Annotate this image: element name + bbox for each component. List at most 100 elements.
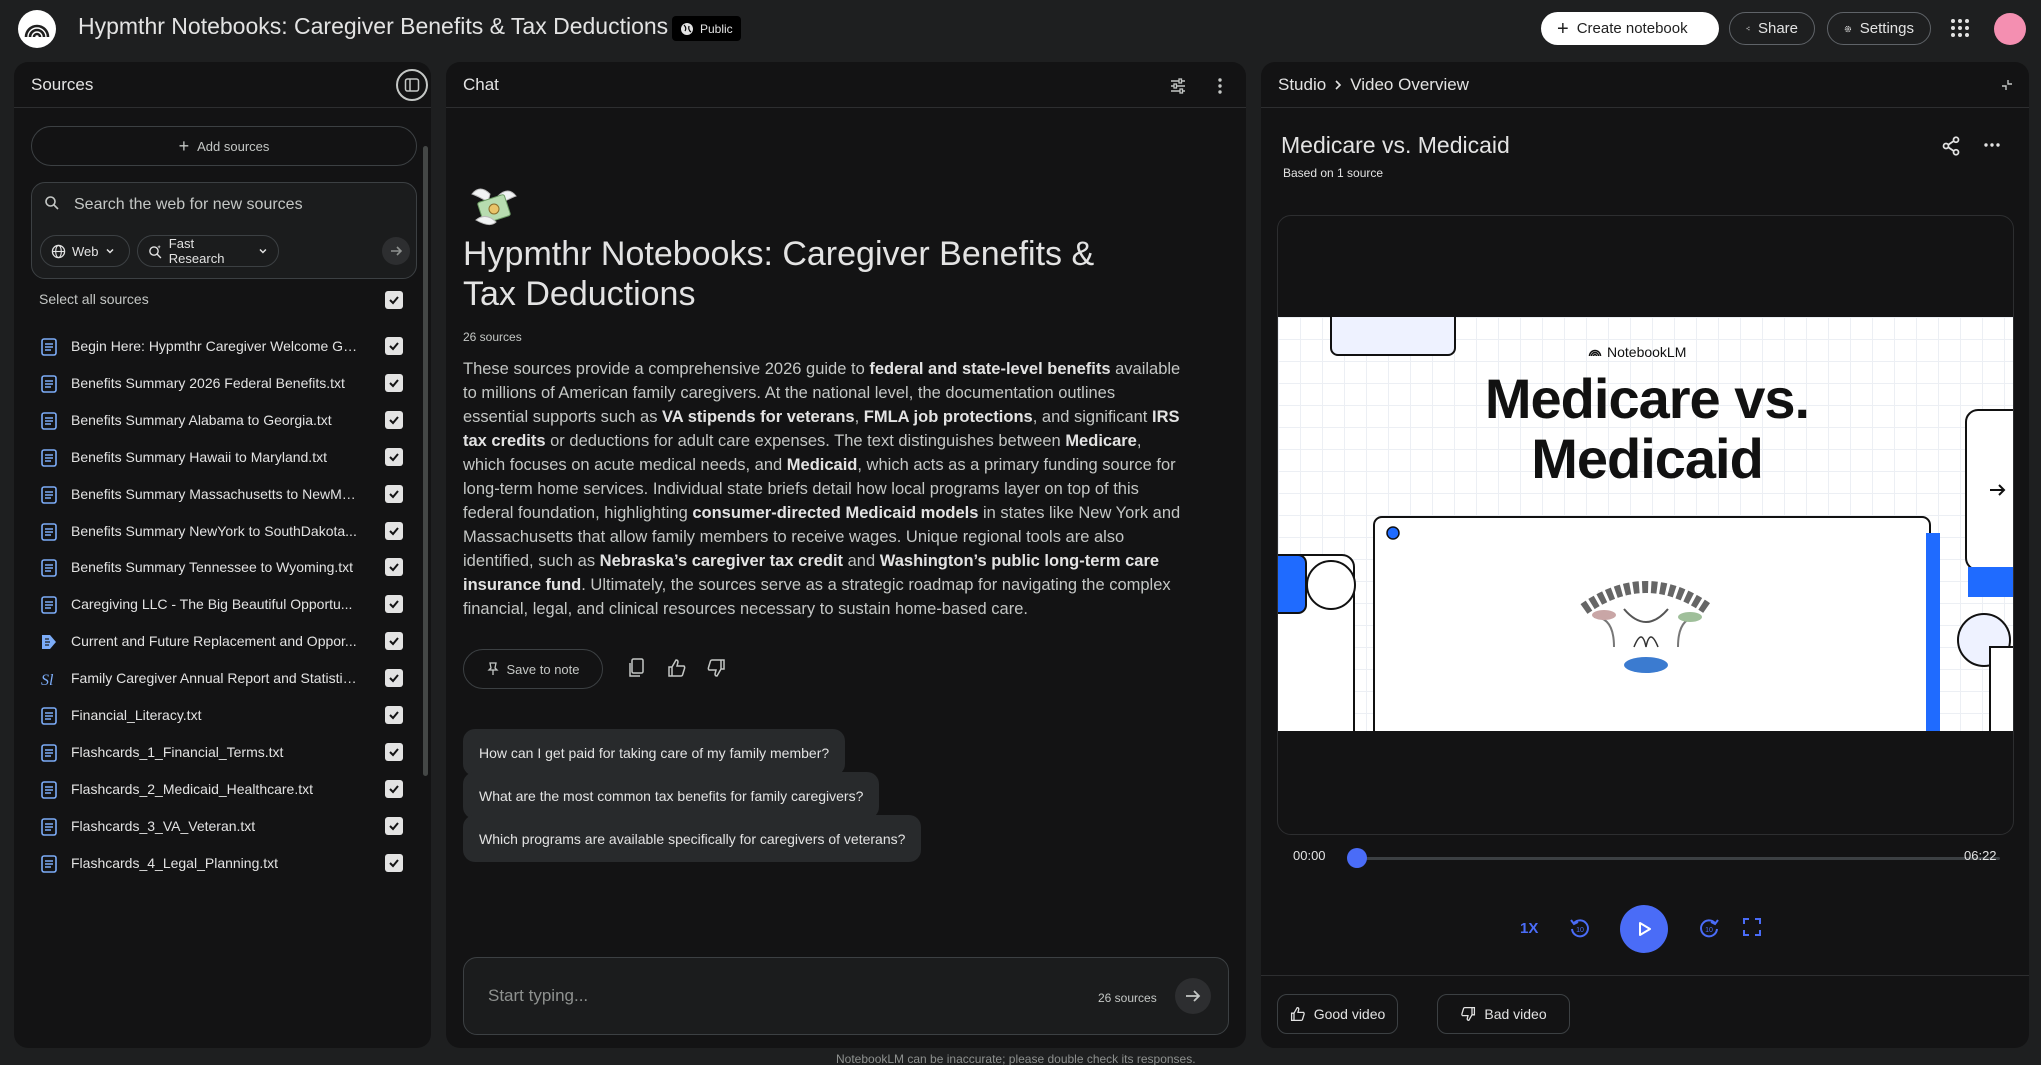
source-checkbox[interactable]: [385, 484, 403, 503]
summary-highlight: FMLA job protections: [863, 408, 1033, 426]
bad-video-button[interactable]: Bad video: [1437, 994, 1570, 1034]
source-item-label: Benefits Summary 2026 Federal Benefits.t…: [71, 374, 345, 391]
summary-highlight: Medicare: [1065, 432, 1137, 450]
arrow-right-icon: [1186, 990, 1201, 1002]
source-checkbox[interactable]: [385, 853, 403, 872]
rewind-10-icon[interactable]: 10: [1569, 917, 1591, 939]
check-icon: [389, 526, 399, 535]
fullscreen-icon[interactable]: [1742, 917, 1762, 937]
avatar[interactable]: [1994, 13, 2026, 45]
source-checkbox[interactable]: [385, 632, 403, 651]
suggested-question[interactable]: What are the most common tax benefits fo…: [463, 772, 880, 819]
suggested-question[interactable]: How can I get paid for taking care of my…: [463, 729, 846, 776]
chat-input-box[interactable]: Start typing... 26 sources: [463, 957, 1229, 1035]
web-source-dropdown[interactable]: Web: [40, 235, 130, 267]
sources-scrollbar[interactable]: [423, 146, 428, 776]
share-button[interactable]: Share: [1729, 12, 1815, 45]
source-item-label: Current and Future Replacement and Oppor…: [71, 633, 357, 650]
breadcrumb: Studio Video Overview: [1278, 75, 1469, 95]
chevron-right-icon: [1335, 80, 1342, 90]
arrow-right-icon: [391, 246, 403, 256]
more-horiz-icon[interactable]: [1983, 136, 2001, 154]
source-checkbox[interactable]: [385, 373, 403, 392]
check-icon: [389, 416, 399, 425]
thumbs-down-icon[interactable]: [706, 658, 726, 678]
save-to-note-button[interactable]: Save to note: [463, 649, 603, 689]
source-checkbox[interactable]: [385, 816, 403, 835]
tune-icon[interactable]: [1169, 77, 1187, 95]
source-item[interactable]: Flashcards_4_Legal_Planning.txt: [14, 839, 414, 887]
side-panel-icon: [404, 78, 420, 92]
slide-title: Medicare vs. Medicaid: [1484, 367, 1810, 490]
check-icon: [389, 342, 399, 351]
web-chip-label: Web: [72, 243, 99, 259]
pin-icon: [486, 662, 499, 675]
source-checkbox[interactable]: [385, 706, 403, 724]
search-input[interactable]: Search the web for new sources: [74, 196, 303, 214]
settings-button[interactable]: Settings: [1827, 12, 1931, 45]
notebook-title[interactable]: Hypmthr Notebooks: Caregiver Benefits & …: [78, 13, 668, 40]
source-checkbox[interactable]: [385, 410, 403, 429]
summary-text: or deductions for adult care expenses. T…: [545, 432, 1066, 450]
apps-grid-icon[interactable]: [1950, 18, 1970, 38]
sl-icon: Sl: [41, 670, 57, 688]
source-checkbox[interactable]: [385, 558, 403, 577]
source-count: 26 sources: [463, 330, 522, 344]
check-icon: [389, 674, 399, 683]
chat-input[interactable]: Start typing...: [488, 986, 588, 1006]
total-time: 06:22: [1964, 848, 1997, 863]
input-source-count: 26 sources: [1098, 991, 1157, 1005]
check-icon: [389, 637, 399, 646]
breadcrumb-studio[interactable]: Studio: [1278, 75, 1326, 95]
source-item-label: Flashcards_4_Legal_Planning.txt: [71, 854, 279, 871]
chevron-down-icon: [259, 248, 267, 254]
doc-icon: [41, 707, 57, 725]
suggested-question[interactable]: Which programs are available specificall…: [463, 815, 922, 862]
source-checkbox[interactable]: [385, 595, 403, 614]
research-mode-dropdown[interactable]: Fast Research: [137, 235, 279, 267]
source-checkbox[interactable]: [385, 779, 403, 798]
select-all-checkbox[interactable]: [385, 291, 403, 309]
progress-track[interactable]: [1354, 857, 2000, 860]
share-icon: [1746, 26, 1750, 31]
check-icon: [389, 822, 399, 831]
summary-text: These sources provide a comprehensive 20…: [463, 360, 870, 378]
slide-brand: NotebookLM: [1588, 344, 1686, 360]
playback-speed-button[interactable]: 1X: [1520, 920, 1538, 937]
settings-label: Settings: [1859, 20, 1914, 37]
source-checkbox[interactable]: [385, 337, 403, 355]
source-checkbox[interactable]: [385, 669, 403, 688]
check-icon: [389, 563, 399, 572]
notebooklm-logo-icon[interactable]: [18, 10, 56, 48]
source-checkbox[interactable]: [385, 521, 403, 540]
video-player[interactable]: NotebookLM Medicare vs. Medicaid: [1277, 215, 2014, 835]
check-icon: [389, 711, 399, 720]
copy-icon[interactable]: [628, 658, 646, 678]
create-notebook-button[interactable]: + Create notebook: [1541, 12, 1719, 45]
video-frame: NotebookLM Medicare vs. Medicaid: [1278, 317, 2013, 731]
forward-10-icon[interactable]: 10: [1698, 917, 1720, 939]
based-on-label: Based on 1 source: [1283, 166, 1384, 180]
doc-icon: [41, 559, 57, 578]
collapse-icon[interactable]: [2001, 79, 2013, 91]
gear-icon: [1844, 25, 1852, 32]
visibility-badge[interactable]: Public: [672, 16, 741, 41]
play-button[interactable]: [1620, 905, 1668, 953]
thumbs-up-icon[interactable]: [667, 658, 687, 678]
more-vert-icon[interactable]: [1211, 77, 1229, 95]
doc-icon: [41, 522, 57, 541]
progress-thumb[interactable]: [1347, 848, 1367, 868]
share-icon[interactable]: [1941, 136, 1961, 156]
summary-text: ,: [854, 408, 864, 426]
collapse-panel-button[interactable]: [396, 69, 428, 101]
good-video-button[interactable]: Good video: [1277, 994, 1398, 1034]
summary-highlight: consumer-directed Medicaid models: [692, 504, 979, 522]
send-button[interactable]: [1175, 978, 1211, 1014]
add-sources-button[interactable]: + Add sources: [31, 126, 417, 166]
source-checkbox[interactable]: [385, 447, 403, 466]
submit-search-button[interactable]: [382, 237, 410, 265]
top-bar: Hypmthr Notebooks: Caregiver Benefits & …: [0, 0, 2041, 58]
source-item-label: Flashcards_3_VA_Veteran.txt: [71, 817, 256, 834]
create-notebook-label: Create notebook: [1576, 20, 1688, 37]
source-checkbox[interactable]: [385, 742, 403, 761]
